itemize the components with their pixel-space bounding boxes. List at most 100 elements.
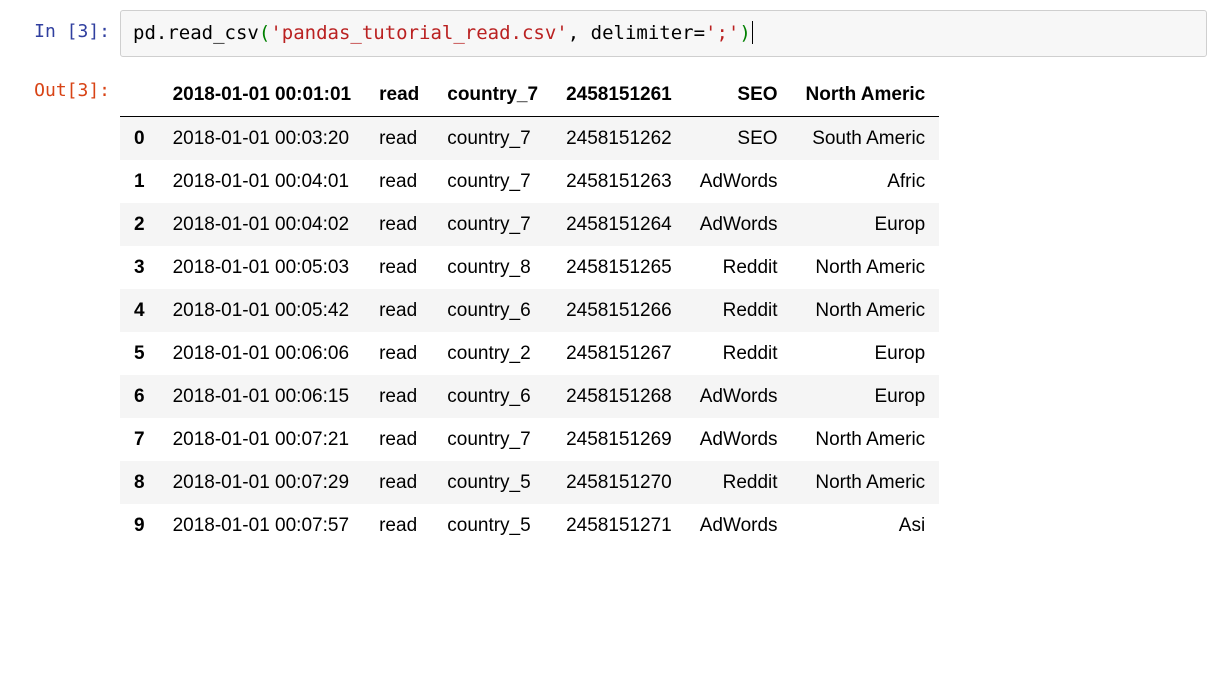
table-cell: read — [365, 418, 433, 461]
dataframe-col-header: country_7 — [433, 73, 552, 117]
row-index: 4 — [120, 289, 159, 332]
in-prompt: In [3]: — [10, 10, 120, 53]
table-cell: Asi — [792, 504, 940, 547]
input-row: In [3]: pd.read_csv('pandas_tutorial_rea… — [10, 10, 1207, 69]
row-index: 2 — [120, 203, 159, 246]
table-cell: country_5 — [433, 504, 552, 547]
table-cell: country_6 — [433, 375, 552, 418]
table-cell: read — [365, 375, 433, 418]
table-cell: country_2 — [433, 332, 552, 375]
table-cell: Europ — [792, 203, 940, 246]
output-content: 2018-01-01 00:01:01 read country_7 24581… — [120, 69, 1207, 547]
dataframe-col-header: SEO — [686, 73, 792, 117]
row-index: 5 — [120, 332, 159, 375]
table-row: 0 2018-01-01 00:03:20 read country_7 245… — [120, 116, 939, 160]
out-prompt: Out[3]: — [10, 69, 120, 112]
table-cell: country_8 — [433, 246, 552, 289]
code-eq: = — [694, 22, 705, 44]
table-cell: 2458151266 — [552, 289, 686, 332]
table-cell: Reddit — [686, 332, 792, 375]
input-content: pd.read_csv('pandas_tutorial_read.csv', … — [120, 10, 1207, 69]
code-func: read_csv — [167, 22, 259, 44]
table-cell: read — [365, 289, 433, 332]
table-row: 1 2018-01-01 00:04:01 read country_7 245… — [120, 160, 939, 203]
table-cell: country_6 — [433, 289, 552, 332]
code-kwarg: delimiter — [591, 22, 694, 44]
table-cell: North Americ — [792, 289, 940, 332]
table-cell: country_7 — [433, 116, 552, 160]
row-index: 3 — [120, 246, 159, 289]
table-cell: 2458151263 — [552, 160, 686, 203]
dataframe-col-header: read — [365, 73, 433, 117]
table-cell: Reddit — [686, 461, 792, 504]
row-index: 6 — [120, 375, 159, 418]
row-index: 1 — [120, 160, 159, 203]
table-cell: AdWords — [686, 418, 792, 461]
table-cell: 2018-01-01 00:05:42 — [159, 289, 366, 332]
table-cell: Reddit — [686, 246, 792, 289]
table-cell: 2018-01-01 00:06:15 — [159, 375, 366, 418]
table-cell: read — [365, 246, 433, 289]
table-cell: 2018-01-01 00:06:06 — [159, 332, 366, 375]
table-cell: read — [365, 332, 433, 375]
dataframe-head: 2018-01-01 00:01:01 read country_7 24581… — [120, 73, 939, 117]
code-lparen: ( — [259, 22, 270, 44]
dataframe-body: 0 2018-01-01 00:03:20 read country_7 245… — [120, 116, 939, 547]
table-cell: AdWords — [686, 160, 792, 203]
table-cell: AdWords — [686, 375, 792, 418]
table-cell: 2458151262 — [552, 116, 686, 160]
table-cell: country_7 — [433, 203, 552, 246]
text-cursor — [752, 21, 753, 44]
code-rparen: ) — [739, 22, 750, 44]
table-row: 8 2018-01-01 00:07:29 read country_5 245… — [120, 461, 939, 504]
table-cell: 2458151265 — [552, 246, 686, 289]
table-cell: country_5 — [433, 461, 552, 504]
table-cell: read — [365, 116, 433, 160]
table-cell: Europ — [792, 332, 940, 375]
table-cell: 2018-01-01 00:07:21 — [159, 418, 366, 461]
row-index: 8 — [120, 461, 159, 504]
table-cell: 2458151270 — [552, 461, 686, 504]
table-row: 5 2018-01-01 00:06:06 read country_2 245… — [120, 332, 939, 375]
code-cell[interactable]: pd.read_csv('pandas_tutorial_read.csv', … — [120, 10, 1207, 57]
table-cell: 2018-01-01 00:05:03 — [159, 246, 366, 289]
table-cell: AdWords — [686, 203, 792, 246]
table-row: 2 2018-01-01 00:04:02 read country_7 245… — [120, 203, 939, 246]
table-cell: Reddit — [686, 289, 792, 332]
table-row: 9 2018-01-01 00:07:57 read country_5 245… — [120, 504, 939, 547]
table-row: 7 2018-01-01 00:07:21 read country_7 245… — [120, 418, 939, 461]
table-row: 3 2018-01-01 00:05:03 read country_8 245… — [120, 246, 939, 289]
dataframe-corner — [120, 73, 159, 117]
table-cell: 2458151271 — [552, 504, 686, 547]
table-cell: read — [365, 504, 433, 547]
code-dot: . — [156, 22, 167, 44]
table-cell: read — [365, 160, 433, 203]
table-cell: 2458151269 — [552, 418, 686, 461]
row-index: 0 — [120, 116, 159, 160]
table-cell: country_7 — [433, 418, 552, 461]
table-cell: North Americ — [792, 246, 940, 289]
table-cell: country_7 — [433, 160, 552, 203]
table-cell: 2458151267 — [552, 332, 686, 375]
table-row: 6 2018-01-01 00:06:15 read country_6 245… — [120, 375, 939, 418]
table-cell: 2018-01-01 00:04:02 — [159, 203, 366, 246]
table-cell: 2458151264 — [552, 203, 686, 246]
table-cell: 2458151268 — [552, 375, 686, 418]
dataframe-table: 2018-01-01 00:01:01 read country_7 24581… — [120, 73, 939, 547]
row-index: 9 — [120, 504, 159, 547]
table-cell: North Americ — [792, 418, 940, 461]
table-cell: 2018-01-01 00:07:29 — [159, 461, 366, 504]
code-string: 'pandas_tutorial_read.csv' — [270, 22, 567, 44]
table-cell: Europ — [792, 375, 940, 418]
dataframe-col-header: 2458151261 — [552, 73, 686, 117]
row-index: 7 — [120, 418, 159, 461]
dataframe-col-header: North Americ — [792, 73, 940, 117]
table-cell: SEO — [686, 116, 792, 160]
table-cell: Afric — [792, 160, 940, 203]
table-cell: 2018-01-01 00:04:01 — [159, 160, 366, 203]
code-comma: , — [568, 22, 591, 44]
table-row: 4 2018-01-01 00:05:42 read country_6 245… — [120, 289, 939, 332]
code-object: pd — [133, 22, 156, 44]
table-cell: South Americ — [792, 116, 940, 160]
table-cell: 2018-01-01 00:03:20 — [159, 116, 366, 160]
